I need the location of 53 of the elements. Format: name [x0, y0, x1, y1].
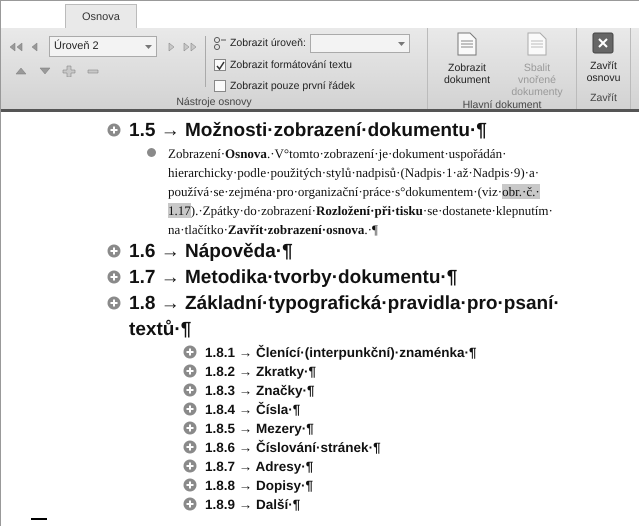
group-label: Hlavní dokument	[462, 98, 542, 113]
up-triangle-icon[interactable]	[13, 65, 29, 77]
level-dropdown[interactable]: Úroveň 2	[49, 36, 157, 57]
double-right-arrow-icon[interactable]	[181, 40, 197, 52]
group-label: Zavřít	[589, 91, 618, 106]
expand-plus-icon[interactable]	[183, 345, 197, 359]
expand-plus-icon[interactable]	[183, 459, 197, 473]
expand-plus-icon[interactable]	[107, 270, 121, 284]
outline-heading[interactable]: 1.8.1 → Členící·(interpunkční)·znaménka·¶	[205, 343, 477, 362]
expand-plus-icon[interactable]	[183, 440, 197, 454]
outline-heading[interactable]: 1.8.6 → Číslování·stránek·¶	[205, 438, 381, 457]
outline-heading[interactable]: 1.8.9 → Další·¶	[205, 495, 300, 514]
expand-plus-icon[interactable]	[183, 478, 197, 492]
close-icon	[592, 32, 614, 54]
ribbon-button[interactable]: Zobrazit dokument	[434, 32, 500, 98]
outline-heading[interactable]: 1.7 → Metodika·tvorby·dokumentu·¶	[129, 265, 458, 291]
double-left-arrow-icon[interactable]	[9, 40, 25, 52]
outline-heading[interactable]: 1.8.8 → Dopisy·¶	[205, 476, 314, 495]
outline-heading[interactable]: 1.8 → Základní·typografická·pravidla·pro·psaní· textů·¶	[129, 291, 560, 343]
outline-heading[interactable]: 1.8.5 → Mezery·¶	[205, 419, 314, 438]
dropdown-caret-icon	[145, 44, 152, 48]
expand-plus-icon[interactable]	[183, 497, 197, 511]
checkbox[interactable]	[214, 80, 226, 92]
checkbox-label: Zobrazit pouze první řádek	[230, 79, 355, 94]
outline-heading[interactable]: 1.8.3 → Značky·¶	[205, 381, 315, 400]
group-label: Nástroje osnovy	[175, 95, 253, 110]
level-icon	[214, 36, 226, 50]
outline-heading[interactable]: 1.6 → Nápověda·¶	[129, 239, 293, 265]
outline-heading[interactable]: 1.5 → Možnosti·zobrazení·dokumentu·¶	[129, 118, 487, 144]
expand-plus-icon[interactable]	[107, 123, 121, 137]
expand-plus-icon[interactable]	[183, 402, 197, 416]
dropdown-caret-icon	[398, 42, 405, 46]
expand-plus-icon[interactable]	[183, 421, 197, 435]
checkbox-label: Zobrazit formátování textu	[230, 58, 352, 73]
expand-plus-icon[interactable]	[107, 296, 121, 310]
bullet-icon	[147, 148, 156, 157]
expand-plus-icon[interactable]	[107, 244, 121, 258]
ribbon-tab[interactable]: Osnova	[65, 4, 137, 28]
down-triangle-icon[interactable]	[37, 65, 53, 77]
expand-plus-icon[interactable]	[183, 364, 197, 378]
outline-heading[interactable]: 1.8.7 → Adresy·¶	[205, 457, 314, 476]
expand-plus-icon[interactable]	[183, 383, 197, 397]
close-outline-button[interactable]: Zavřít osnovu	[586, 32, 620, 92]
document-icon	[457, 32, 477, 56]
document-icon	[527, 32, 547, 56]
outline-heading[interactable]: 1.8.2 → Zkratky·¶	[205, 362, 316, 381]
checkmark-icon	[216, 60, 224, 70]
show-level-dropdown[interactable]	[310, 34, 410, 53]
plus-icon[interactable]	[61, 65, 77, 77]
checkbox[interactable]	[214, 59, 226, 71]
body-paragraph: Zobrazení·Osnova.·V°tomto·zobrazení·je·dokument·uspořádán· hierarchicky·podle·použitých·stylů·nadpisů·(Nadpis·1·až·Nadpis·9)·a· používá·se·zejména·pro·organizační·práce·s°dokumentem·(viz·obr.·č.· 1.17).·Zpátky·do·zobrazení·Rozložení·při·tisku·se·dostanete·klepnutím· na·tlačítko·Zavřít·zobrazení·osnova.·¶	[168, 145, 553, 239]
show-level-label: Zobrazit úroveň:	[230, 36, 306, 51]
outline-heading[interactable]: 1.8.4 → Čísla·¶	[205, 400, 300, 419]
